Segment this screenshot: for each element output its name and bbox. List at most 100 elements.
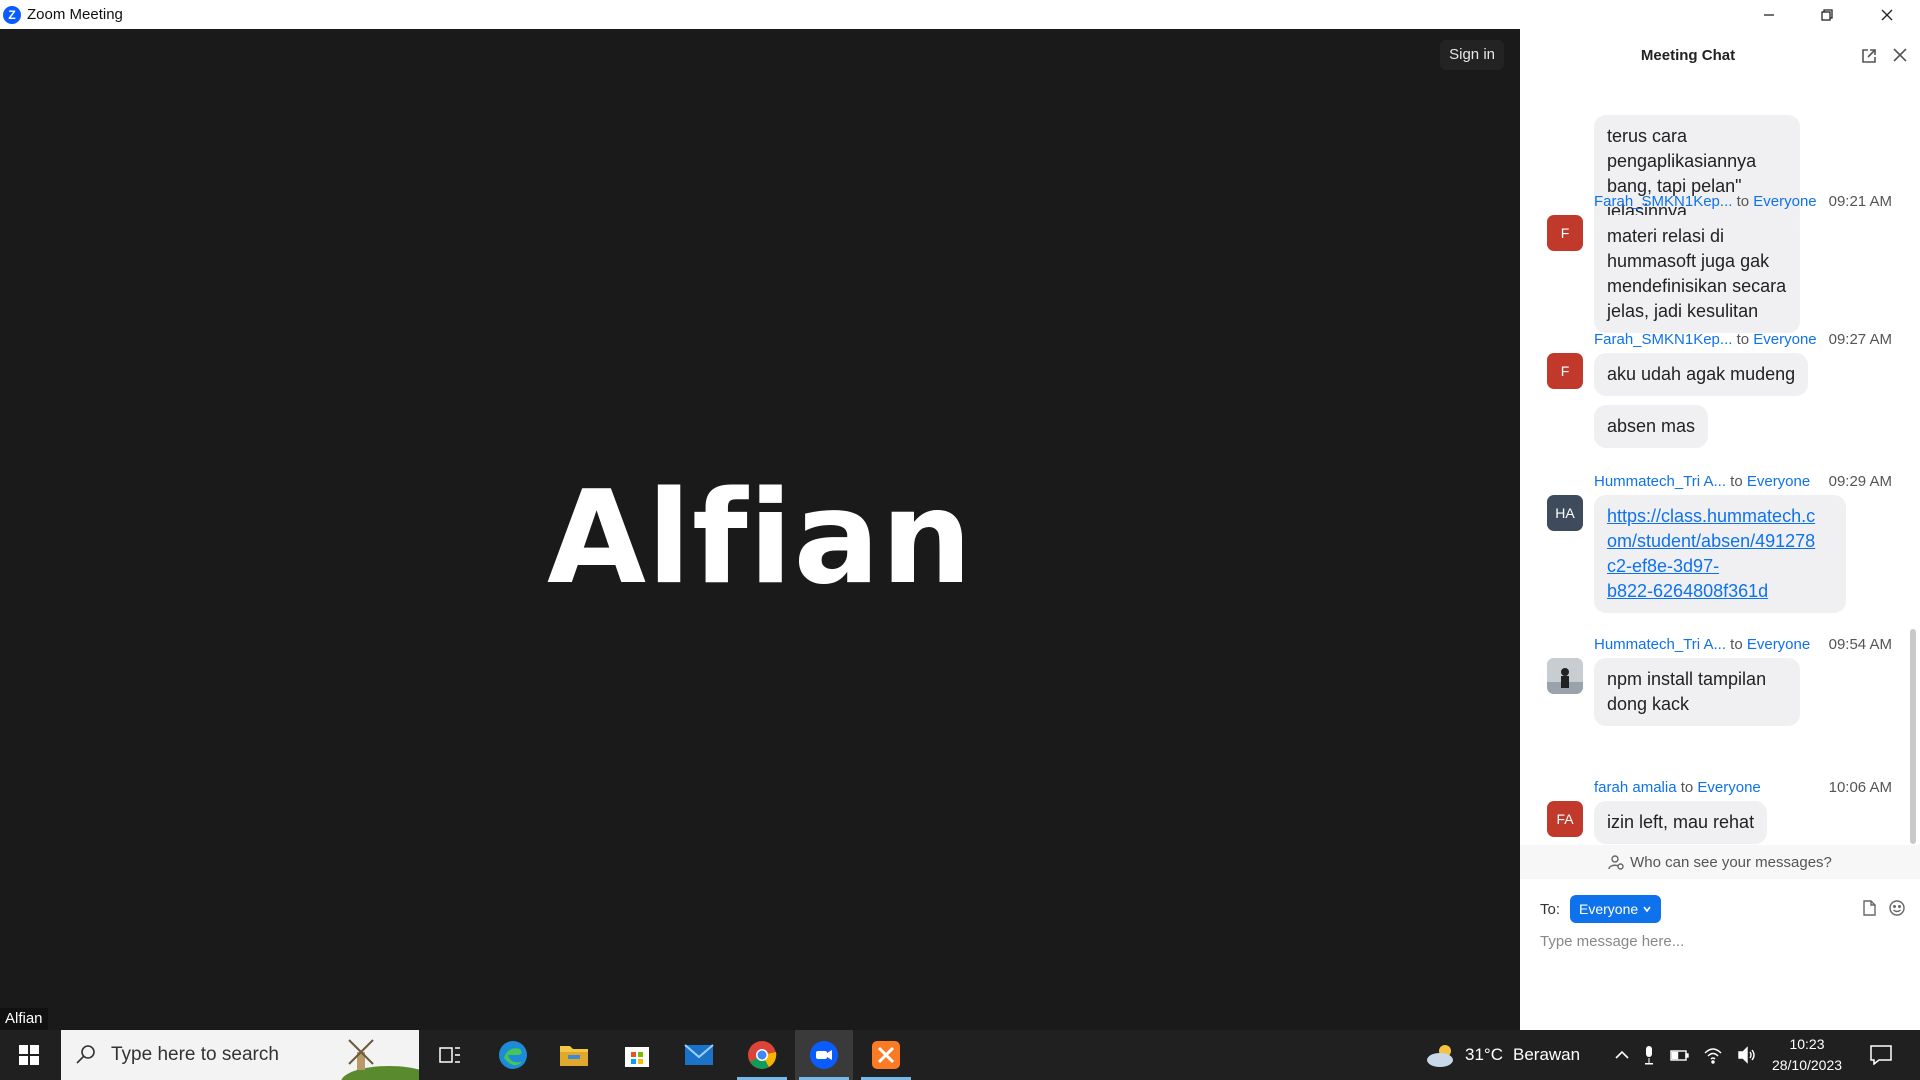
emoji-icon[interactable] xyxy=(1888,899,1906,917)
restore-icon xyxy=(1821,8,1833,21)
minimize-button[interactable] xyxy=(1740,0,1798,29)
cloudy-icon xyxy=(1427,1045,1453,1067)
who-can-see-bar[interactable]: Who can see your messages? xyxy=(1520,845,1920,879)
folder-icon xyxy=(560,1046,588,1066)
message-to-word: to xyxy=(1736,331,1750,348)
avatar: FA xyxy=(1547,801,1583,837)
microphone-icon[interactable] xyxy=(1643,1045,1655,1065)
search-placeholder: Type here to search xyxy=(111,1044,279,1065)
chat-message-bubble: aku udah agak mudeng xyxy=(1594,353,1809,396)
avatar: HA xyxy=(1547,495,1583,531)
compose-tools xyxy=(1860,899,1906,917)
close-window-button[interactable] xyxy=(1858,0,1916,29)
popout-button[interactable] xyxy=(1860,47,1878,70)
message-sender[interactable]: Hummatech_Tri A... xyxy=(1594,473,1726,490)
meeting-chat-panel: Meeting Chat terus cara pengaplikasianny… xyxy=(1520,29,1920,1030)
mail-button[interactable] xyxy=(670,1030,728,1080)
chat-message-bubble: npm install tampilan dong kack xyxy=(1594,658,1800,726)
participant-name-display: Alfian xyxy=(547,464,973,613)
file-explorer-button[interactable] xyxy=(545,1030,603,1080)
participant-name-tag: Alfian xyxy=(0,1008,48,1030)
message-time: 09:21 AM xyxy=(1828,193,1892,210)
notifications-button[interactable] xyxy=(1852,1030,1910,1080)
window-title: Zoom Meeting xyxy=(27,6,123,23)
chat-header: Meeting Chat xyxy=(1520,29,1920,85)
xampp-icon xyxy=(872,1041,900,1069)
system-tray xyxy=(1615,1030,1757,1080)
chevron-up-icon[interactable] xyxy=(1615,1050,1629,1060)
message-time: 09:54 AM xyxy=(1828,636,1892,653)
weather-widget[interactable]: 31°C Berawan xyxy=(1425,1030,1580,1080)
zoom-button[interactable] xyxy=(795,1030,853,1080)
recipient-dropdown[interactable]: Everyone xyxy=(1570,895,1662,923)
message-meta: Hummatech_Tri A... to Everyone 09:29 AM xyxy=(1594,473,1892,493)
chat-message-bubble: izin left, mau rehat xyxy=(1594,801,1768,844)
message-to-word: to xyxy=(1730,473,1743,490)
avatar: F xyxy=(1547,353,1583,389)
message-time: 10:06 AM xyxy=(1828,779,1892,796)
store-icon xyxy=(625,1047,649,1067)
taskbar-search[interactable]: Type here to search xyxy=(61,1030,419,1080)
message-meta: Farah_SMKN1Kep... to Everyone 09:21 AM xyxy=(1594,193,1892,213)
title-bar: Z Zoom Meeting xyxy=(0,0,1920,29)
close-icon xyxy=(1893,48,1907,62)
avatar: F xyxy=(1547,215,1583,251)
message-meta: Farah_SMKN1Kep... to Everyone 09:27 AM xyxy=(1594,331,1892,351)
chat-scrollbar[interactable] xyxy=(1910,629,1916,844)
message-to-word: to xyxy=(1730,636,1743,653)
xampp-button[interactable] xyxy=(857,1030,915,1080)
clock-date: 28/10/2023 xyxy=(1771,1057,1843,1073)
message-list: terus cara pengaplikasiannya bang, tapi … xyxy=(1520,85,1912,845)
message-sender[interactable]: Farah_SMKN1Kep... xyxy=(1594,331,1732,348)
chat-message-bubble: https://class.hummatech.c om/student/abs… xyxy=(1594,495,1846,613)
search-icon xyxy=(76,1045,95,1064)
message-time: 09:27 AM xyxy=(1828,331,1892,348)
message-meta: farah amalia to Everyone 10:06 AM xyxy=(1594,779,1892,799)
edge-button[interactable] xyxy=(484,1030,542,1080)
zoom-icon xyxy=(810,1041,838,1069)
windows-icon xyxy=(19,1045,39,1065)
notification-icon xyxy=(1870,1045,1892,1065)
close-chat-button[interactable] xyxy=(1892,47,1908,68)
start-button[interactable] xyxy=(0,1030,58,1080)
message-sender[interactable]: Hummatech_Tri A... xyxy=(1594,636,1726,653)
task-view-button[interactable] xyxy=(421,1030,479,1080)
link-line: om/student/absen/491278 xyxy=(1607,531,1816,551)
person-info-icon xyxy=(1608,855,1624,870)
avatar xyxy=(1547,658,1583,694)
message-recipient: Everyone xyxy=(1753,331,1817,348)
taskbar: Type here to search 31°C Berawan 10:23 2… xyxy=(0,1030,1920,1080)
message-recipient: Everyone xyxy=(1753,193,1817,210)
link-line: https://class.hummatech.c xyxy=(1607,506,1816,526)
absen-link[interactable]: https://class.hummatech.c om/student/abs… xyxy=(1607,506,1815,601)
message-meta: Hummatech_Tri A... to Everyone 09:54 AM xyxy=(1594,636,1892,656)
battery-icon[interactable] xyxy=(1669,1048,1689,1062)
file-icon[interactable] xyxy=(1860,899,1878,917)
edge-icon xyxy=(499,1041,527,1069)
message-input[interactable] xyxy=(1540,933,1900,950)
taskbar-clock[interactable]: 10:23 28/10/2023 xyxy=(1752,1034,1862,1076)
who-can-see-text: Who can see your messages? xyxy=(1630,853,1832,871)
message-recipient: Everyone xyxy=(1746,636,1811,653)
popout-icon xyxy=(1862,49,1876,63)
close-icon xyxy=(1881,9,1893,20)
sign-in-button[interactable]: Sign in xyxy=(1440,40,1504,70)
message-sender[interactable]: farah amalia xyxy=(1594,779,1677,796)
chrome-icon xyxy=(748,1041,777,1069)
message-recipient: Everyone xyxy=(1697,779,1761,796)
chat-message-bubble: absen mas xyxy=(1594,405,1709,448)
chat-title: Meeting Chat xyxy=(1640,47,1736,64)
wifi-icon[interactable] xyxy=(1703,1046,1723,1064)
clock-time: 10:23 xyxy=(1789,1036,1825,1052)
weather-temp: 31°C xyxy=(1465,1045,1503,1064)
video-area: Sign in Alfian Alfian xyxy=(0,29,1520,1030)
windmill-icon xyxy=(341,1039,419,1080)
store-button[interactable] xyxy=(608,1030,666,1080)
restore-button[interactable] xyxy=(1798,0,1856,29)
chrome-button[interactable] xyxy=(733,1030,791,1080)
message-sender[interactable]: Farah_SMKN1Kep... xyxy=(1594,193,1732,210)
minimize-icon xyxy=(1764,13,1774,16)
message-time: 09:29 AM xyxy=(1828,473,1892,490)
zoom-logo-icon: Z xyxy=(3,5,21,24)
message-recipient: Everyone xyxy=(1746,473,1811,490)
